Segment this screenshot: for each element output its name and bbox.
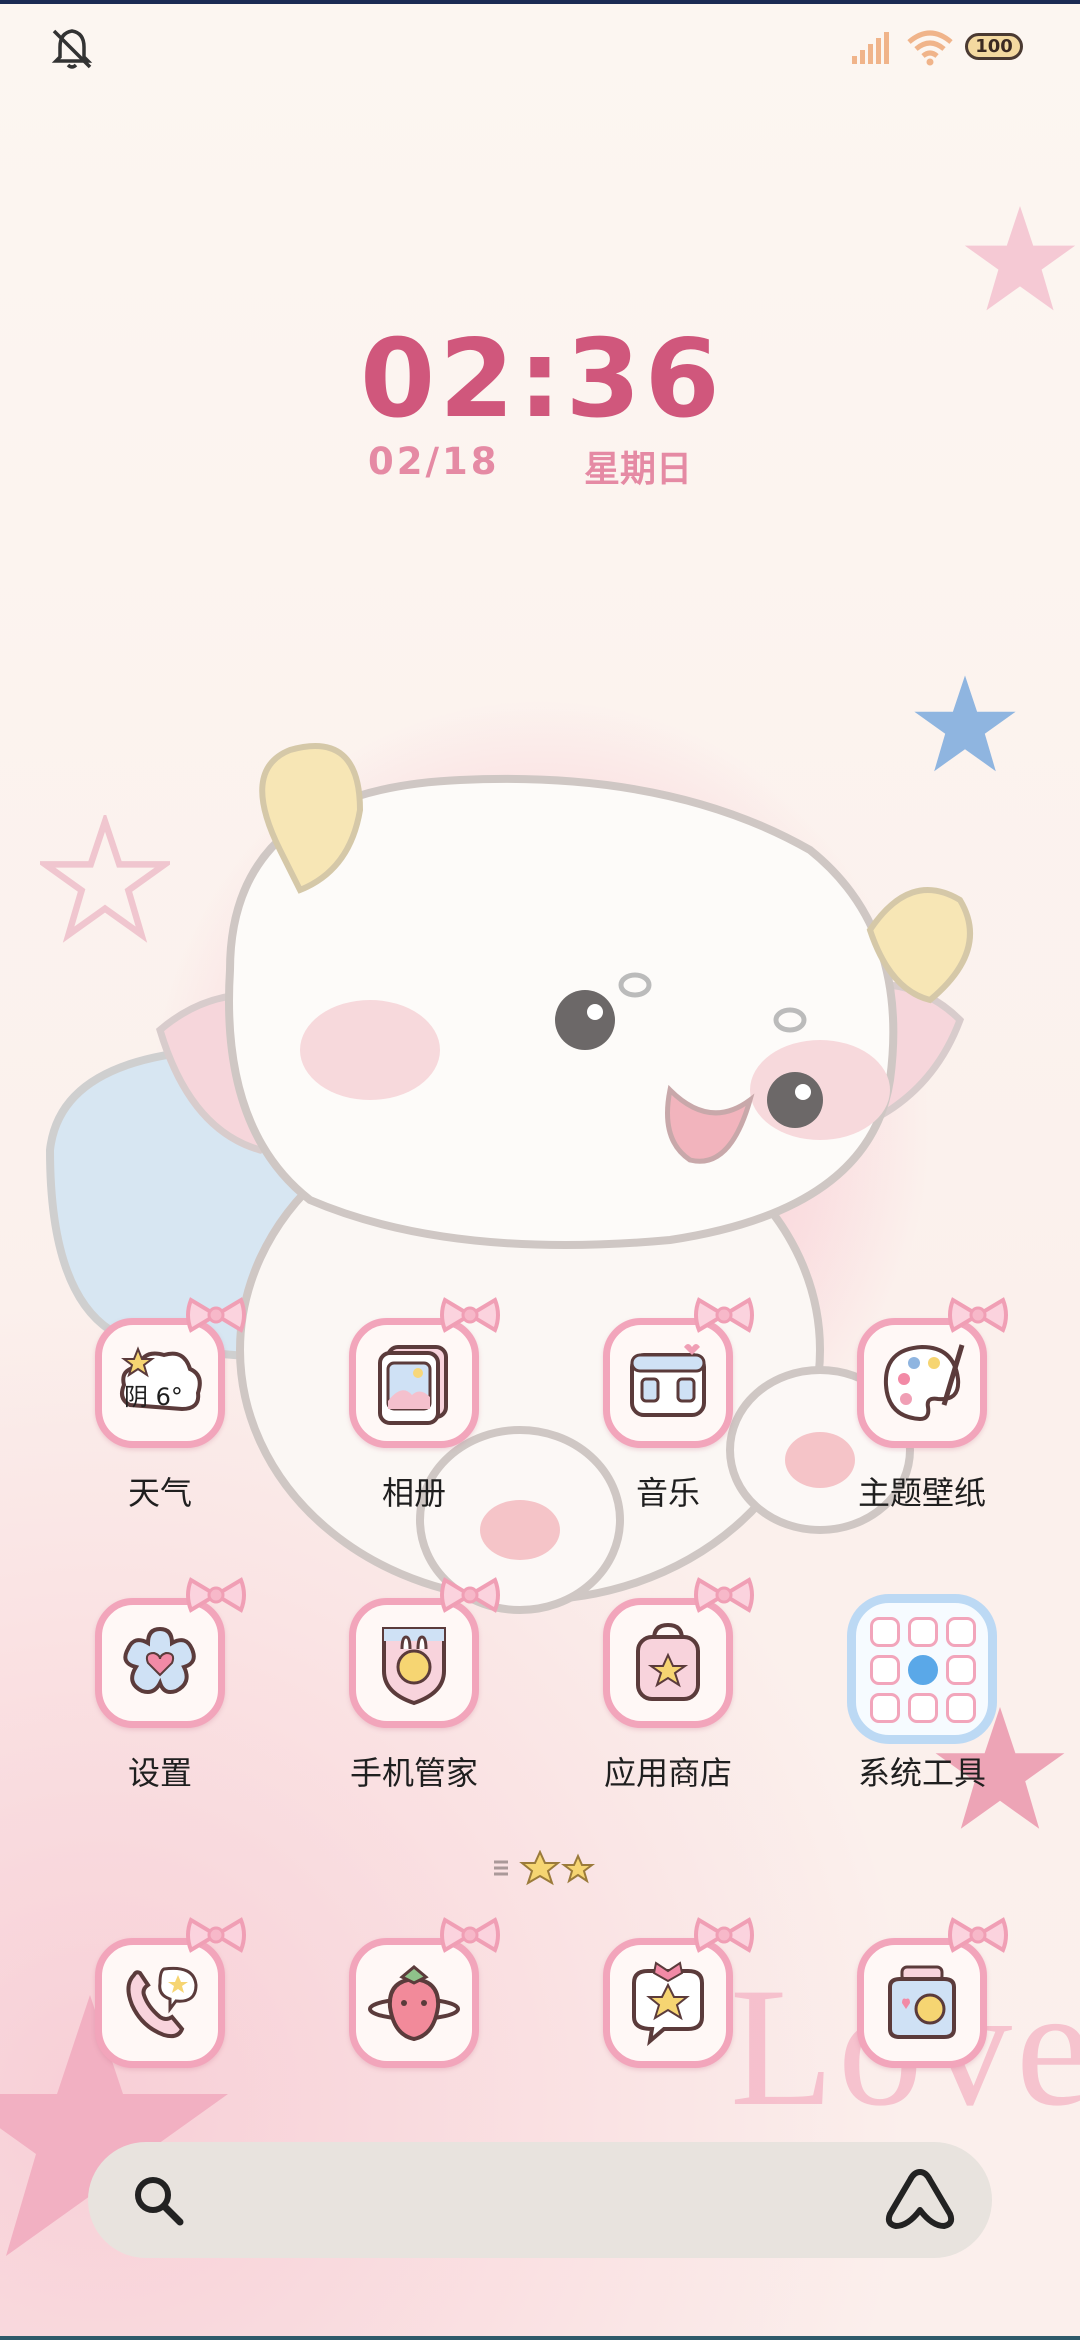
mini-app-icon bbox=[946, 1655, 976, 1685]
settings-flower-icon bbox=[123, 1626, 196, 1694]
app-app-store[interactable]: 应用商店 bbox=[573, 1577, 763, 1838]
app-weather[interactable]: 阴 6° 天气 bbox=[65, 1297, 255, 1558]
camera-icon bbox=[888, 1965, 956, 2039]
ai-assistant-icon[interactable] bbox=[884, 2166, 956, 2232]
app-label: 系统工具 bbox=[857, 1754, 986, 1792]
app-tile bbox=[95, 1938, 225, 2068]
bow-decoration-icon bbox=[186, 1577, 246, 1613]
dock-messages[interactable] bbox=[573, 1917, 763, 2108]
app-phone-manager[interactable]: 手机管家 bbox=[319, 1577, 509, 1838]
bow-decoration-icon bbox=[948, 1297, 1008, 1333]
mini-app-icon bbox=[870, 1655, 900, 1685]
clock-time: 02:36 bbox=[360, 317, 724, 442]
mini-app-icon bbox=[946, 1617, 976, 1647]
bow-decoration-icon bbox=[694, 1917, 754, 1953]
bow-decoration-icon bbox=[948, 1917, 1008, 1953]
app-label: 应用商店 bbox=[603, 1754, 732, 1792]
app-tile bbox=[349, 1318, 479, 1448]
app-label: 主题壁纸 bbox=[857, 1474, 986, 1512]
phone-icon bbox=[126, 1966, 198, 2039]
app-tile bbox=[603, 1598, 733, 1728]
bow-decoration-icon bbox=[440, 1297, 500, 1333]
mini-app-icon bbox=[870, 1693, 900, 1723]
app-tile bbox=[603, 1318, 733, 1448]
app-tile bbox=[349, 1598, 479, 1728]
bottom-border bbox=[0, 2336, 1080, 2340]
app-settings[interactable]: 设置 bbox=[65, 1577, 255, 1838]
app-label: 天气 bbox=[127, 1474, 192, 1512]
folder-icon bbox=[847, 1594, 997, 1744]
app-theme-wallpaper[interactable]: 主题壁纸 bbox=[827, 1297, 1017, 1558]
gallery-icon bbox=[378, 1345, 448, 1425]
music-icon bbox=[630, 1344, 706, 1417]
bow-decoration-icon bbox=[440, 1577, 500, 1613]
app-label: 相册 bbox=[381, 1474, 446, 1512]
app-label: 手机管家 bbox=[349, 1754, 478, 1792]
app-label: 设置 bbox=[127, 1754, 192, 1792]
app-gallery[interactable]: 相册 bbox=[319, 1297, 509, 1558]
app-tile bbox=[857, 1318, 987, 1448]
dock-phone[interactable] bbox=[65, 1917, 255, 2108]
search-bar[interactable] bbox=[88, 2142, 992, 2258]
signal-icon bbox=[852, 32, 889, 64]
mini-app-icon bbox=[908, 1617, 938, 1647]
bow-decoration-icon bbox=[694, 1297, 754, 1333]
app-music[interactable]: 音乐 bbox=[573, 1297, 763, 1558]
bow-decoration-icon bbox=[186, 1917, 246, 1953]
mini-app-icon bbox=[946, 1693, 976, 1723]
app-tile bbox=[349, 1938, 479, 2068]
browser-strawberry-icon bbox=[368, 1965, 460, 2042]
folder-system-tools[interactable]: 系统工具 bbox=[827, 1594, 1017, 1838]
page-indicator[interactable] bbox=[492, 1850, 602, 1886]
app-store-bag-icon bbox=[636, 1622, 700, 1701]
theme-palette-icon bbox=[883, 1344, 965, 1422]
bow-decoration-icon bbox=[186, 1297, 246, 1333]
app-label: 音乐 bbox=[635, 1474, 700, 1512]
search-input[interactable] bbox=[208, 2172, 852, 2230]
search-icon bbox=[135, 2177, 184, 2226]
bow-decoration-icon bbox=[694, 1577, 754, 1613]
app-tile: 阴 6° bbox=[95, 1318, 225, 1448]
clock-date: 02/18 bbox=[368, 440, 500, 483]
app-tile bbox=[603, 1938, 733, 2068]
messages-icon bbox=[632, 1961, 704, 2047]
app-tile bbox=[95, 1598, 225, 1728]
battery-icon: 100 bbox=[965, 33, 1023, 60]
wifi-icon bbox=[907, 30, 953, 66]
clock-widget[interactable]: 02:36 02/18 星期日 bbox=[360, 317, 724, 491]
dock-browser[interactable] bbox=[319, 1917, 509, 2108]
mute-bell-icon bbox=[51, 29, 93, 69]
top-border bbox=[0, 0, 1080, 4]
phone-manager-shield-icon bbox=[382, 1627, 446, 1706]
weather-widget-text: 阴 6° bbox=[124, 1383, 183, 1411]
bow-decoration-icon bbox=[440, 1917, 500, 1953]
dock-camera[interactable] bbox=[827, 1917, 1017, 2108]
status-bar: 100 bbox=[0, 0, 1080, 95]
mini-app-icon bbox=[908, 1693, 938, 1723]
app-tile bbox=[857, 1938, 987, 2068]
star-decoration-icon bbox=[964, 206, 1076, 311]
mini-app-icon bbox=[870, 1617, 900, 1647]
mini-app-icon bbox=[908, 1655, 938, 1685]
clock-weekday: 星期日 bbox=[583, 449, 692, 490]
